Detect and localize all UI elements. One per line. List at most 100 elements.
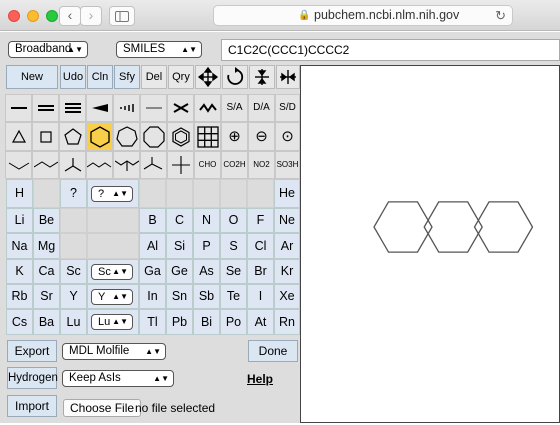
element-k[interactable]: K <box>6 259 33 284</box>
flip-vertical-tool[interactable] <box>249 65 275 89</box>
branch-tool[interactable] <box>59 151 86 179</box>
any-bond-tool[interactable] <box>140 94 167 122</box>
element-sb[interactable]: Sb <box>193 284 220 309</box>
element-be[interactable]: Be <box>33 208 60 233</box>
new-button[interactable]: New <box>6 65 58 89</box>
long-chain-tool[interactable] <box>32 151 59 179</box>
cyclooctane-tool[interactable] <box>140 122 167 151</box>
single-bond-tool[interactable] <box>5 94 32 122</box>
element-mg[interactable]: Mg <box>33 233 60 259</box>
cross-chain-tool[interactable] <box>167 151 194 179</box>
tbutyl-tool[interactable] <box>140 151 167 179</box>
element-i[interactable]: I <box>247 284 274 309</box>
ring-3[interactable] <box>473 201 534 253</box>
rotate-tool[interactable] <box>222 65 248 89</box>
triple-bond-tool[interactable] <box>59 94 86 122</box>
element-cs[interactable]: Cs <box>6 309 33 335</box>
element-te[interactable]: Te <box>220 284 247 309</box>
element-ne[interactable]: Ne <box>274 208 300 233</box>
element-query[interactable]: ? <box>60 179 87 208</box>
element-in[interactable]: In <box>139 284 166 309</box>
element-as[interactable]: As <box>193 259 220 284</box>
cyclopropane-tool[interactable] <box>5 122 32 151</box>
element-cell-select[interactable]: Y ▲▼ <box>87 284 139 309</box>
ring-2[interactable] <box>423 201 483 253</box>
element-ba[interactable]: Ba <box>33 309 60 335</box>
back-button[interactable]: ‹ <box>59 6 81 26</box>
element-pb[interactable]: Pb <box>166 309 193 335</box>
benzene-tool[interactable] <box>167 122 194 151</box>
element-dropdown[interactable]: Sc ▲▼ <box>91 263 133 280</box>
increase-charge-tool[interactable]: ⊕ <box>221 122 248 151</box>
radical-tool[interactable]: ⊙ <box>275 122 300 151</box>
element-al[interactable]: Al <box>139 233 166 259</box>
delete-button[interactable]: Del <box>141 65 167 89</box>
element-sn[interactable]: Sn <box>166 284 193 309</box>
mode-select[interactable]: Broadband ▲▼ <box>8 41 88 58</box>
undo-button[interactable]: Udo <box>60 65 86 89</box>
wavy-bond-tool[interactable] <box>194 94 221 122</box>
export-format-select[interactable]: MDL Molfile ▲▼ <box>62 343 166 360</box>
wide-chain-tool[interactable] <box>86 151 113 179</box>
decrease-charge-tool[interactable]: ⊖ <box>248 122 275 151</box>
export-button[interactable]: Export <box>7 340 57 362</box>
element-dropdown[interactable]: Lu ▲▼ <box>91 314 133 330</box>
element-c[interactable]: C <box>166 208 193 233</box>
smiles-input[interactable]: C1C2C(CCC1)CCCC2 <box>221 39 560 61</box>
zoom-window-button[interactable] <box>46 10 58 22</box>
flip-horizontal-tool[interactable] <box>276 65 300 89</box>
query-button[interactable]: Qry <box>168 65 194 89</box>
element-se[interactable]: Se <box>220 259 247 284</box>
element-xe[interactable]: Xe <box>274 284 300 309</box>
hash-bond-tool[interactable] <box>113 94 140 122</box>
single-double-bond-tool[interactable]: S/D <box>275 94 300 122</box>
double-aromatic-bond-tool[interactable]: D/A <box>248 94 275 122</box>
element-cl[interactable]: Cl <box>247 233 274 259</box>
grid-template-tool[interactable] <box>194 122 221 151</box>
cycloheptane-tool[interactable] <box>113 122 140 151</box>
element-p[interactable]: P <box>193 233 220 259</box>
ring-1[interactable] <box>373 201 433 253</box>
element-br[interactable]: Br <box>247 259 274 284</box>
done-button[interactable]: Done <box>248 340 298 362</box>
cyclopentane-tool[interactable] <box>59 122 86 151</box>
cyclobutane-tool[interactable] <box>32 122 59 151</box>
hydrogen-option-select[interactable]: Keep AsIs ▲▼ <box>62 370 174 387</box>
element-si[interactable]: Si <box>166 233 193 259</box>
sidebar-toggle-button[interactable] <box>109 6 135 26</box>
element-sr[interactable]: Sr <box>33 284 60 309</box>
element-o[interactable]: O <box>220 208 247 233</box>
element-bi[interactable]: Bi <box>193 309 220 335</box>
hydrogen-button[interactable]: Hydrogen <box>7 367 58 389</box>
element-kr[interactable]: Kr <box>274 259 300 284</box>
element-rn[interactable]: Rn <box>274 309 300 335</box>
drawing-canvas[interactable] <box>300 65 560 423</box>
cyclohexane-tool[interactable] <box>86 122 113 151</box>
chain-tool[interactable] <box>5 151 32 179</box>
element-dropdown[interactable]: Y ▲▼ <box>91 288 133 305</box>
element-li[interactable]: Li <box>6 208 33 233</box>
move-tool[interactable] <box>195 65 221 89</box>
element-y[interactable]: Y <box>60 284 87 309</box>
forward-button[interactable]: › <box>80 6 102 26</box>
fork-chain-tool[interactable] <box>113 151 140 179</box>
cross-bond-tool[interactable] <box>167 94 194 122</box>
element-f[interactable]: F <box>247 208 274 233</box>
element-h[interactable]: H <box>6 179 33 208</box>
element-na[interactable]: Na <box>6 233 33 259</box>
double-bond-tool[interactable] <box>32 94 59 122</box>
element-ga[interactable]: Ga <box>139 259 166 284</box>
aldehyde-group-tool[interactable]: CHO <box>194 151 221 179</box>
wedge-bond-tool[interactable] <box>86 94 113 122</box>
element-he[interactable]: He <box>274 179 300 208</box>
sulfo-group-tool[interactable]: SO3H <box>275 151 300 179</box>
close-window-button[interactable] <box>8 10 20 22</box>
choose-file-button[interactable]: Choose File <box>63 399 142 417</box>
minimize-window-button[interactable] <box>27 10 39 22</box>
element-b[interactable]: B <box>139 208 166 233</box>
import-button[interactable]: Import <box>7 395 57 417</box>
element-ca[interactable]: Ca <box>33 259 60 284</box>
simplify-button[interactable]: Sfy <box>114 65 140 89</box>
element-sc[interactable]: Sc <box>60 259 87 284</box>
carboxyl-group-tool[interactable]: CO2H <box>221 151 248 179</box>
